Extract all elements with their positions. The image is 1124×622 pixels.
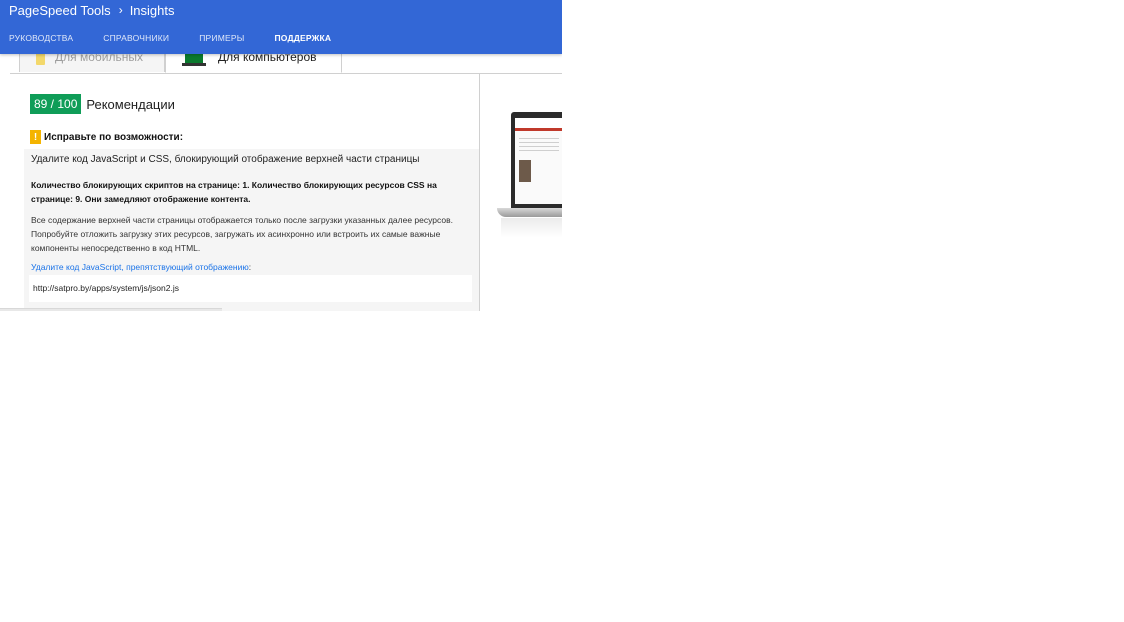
laptop-screen-thumbnail [515, 118, 562, 204]
rule-card: Удалите код JavaScript и CSS, блокирующи… [24, 149, 479, 311]
rule-link-row: Удалите код JavaScript, препятствующий о… [31, 262, 251, 272]
rule-description: Все содержание верхней части страницы от… [31, 215, 453, 253]
rule-link[interactable]: Удалите код JavaScript, препятствующий о… [31, 262, 249, 272]
laptop-icon [182, 54, 206, 66]
laptop-shadow [501, 218, 562, 238]
score-badge: 89 / 100 [30, 94, 82, 114]
warning-icon: ! [30, 130, 41, 144]
brand-link[interactable]: PageSpeed Tools [9, 3, 111, 18]
laptop-preview [497, 112, 562, 248]
score-label: Рекомендации [86, 96, 175, 112]
results-panel: 89 / 100 Рекомендации ! Исправьте по воз… [9, 73, 480, 311]
score-row: 89 / 100 Рекомендации [30, 94, 175, 114]
breadcrumb: PageSpeed Tools › Insights [9, 1, 175, 19]
browser-status-bar [0, 308, 222, 311]
product-link[interactable]: Insights [130, 3, 175, 18]
warning-title: Исправьте по возможности: [44, 131, 184, 143]
nav-tab-guides[interactable]: РУКОВОДСТВА [9, 33, 73, 43]
rule-link-colon: : [248, 262, 252, 272]
nav-tab-reference[interactable]: СПРАВОЧНИКИ [103, 33, 169, 43]
warning-header: ! Исправьте по возможности: [30, 130, 183, 144]
laptop-base [497, 208, 562, 217]
nav-tab-samples[interactable]: ПРИМЕРЫ [199, 33, 244, 43]
rule-heading[interactable]: Удалите код JavaScript и CSS, блокирующи… [31, 154, 419, 165]
blocking-resource-url: http://satpro.by/apps/system/js/json2.js [29, 275, 472, 302]
nav-tabs: РУКОВОДСТВА СПРАВОЧНИКИ ПРИМЕРЫ ПОДДЕРЖК… [9, 33, 361, 43]
nav-tab-support[interactable]: ПОДДЕРЖКА [274, 33, 331, 43]
top-app-bar: PageSpeed Tools › Insights РУКОВОДСТВА С… [0, 0, 562, 54]
chevron-right-icon: › [118, 3, 123, 17]
rule-summary: Количество блокирующих скриптов на стран… [31, 180, 437, 204]
page-viewport: PageSpeed Tools › Insights РУКОВОДСТВА С… [0, 0, 562, 311]
